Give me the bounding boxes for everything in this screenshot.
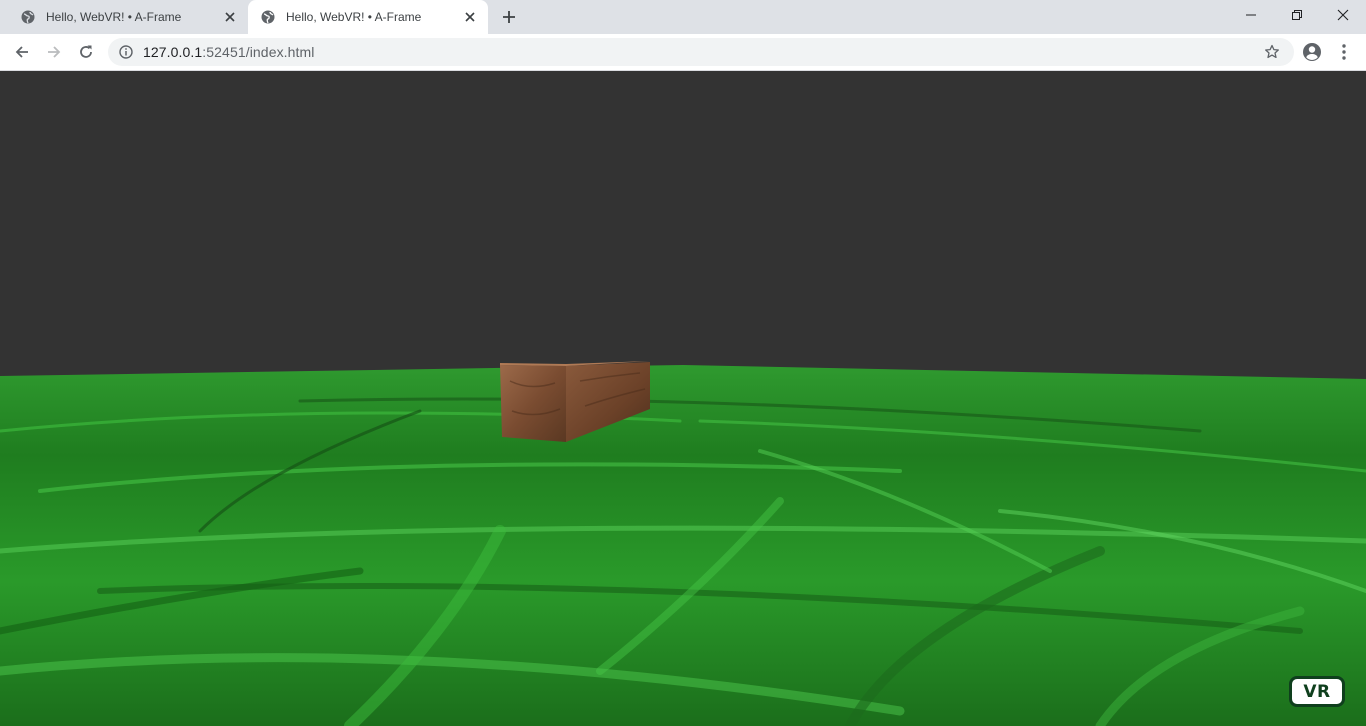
profile-button[interactable]	[1300, 40, 1324, 64]
globe-icon	[21, 10, 35, 24]
reload-icon	[80, 45, 92, 58]
tab-active[interactable]: Hello, WebVR! • A-Frame	[248, 0, 488, 34]
account-icon	[1303, 43, 1321, 61]
new-tab-button[interactable]	[498, 6, 520, 28]
back-button[interactable]	[8, 38, 36, 66]
tab-inactive[interactable]: Hello, WebVR! • A-Frame	[8, 0, 248, 34]
address-bar[interactable]: 127.0.0.1:52451/index.html	[108, 38, 1294, 66]
scene-render	[0, 71, 1366, 726]
url-host: 127.0.0.1	[143, 44, 203, 60]
url-path: :52451/index.html	[202, 44, 315, 60]
close-tab-icon[interactable]	[222, 9, 238, 25]
minimize-button[interactable]	[1228, 0, 1274, 30]
restore-button[interactable]	[1274, 0, 1320, 30]
close-tab-icon[interactable]	[462, 9, 478, 25]
close-icon	[1337, 9, 1349, 21]
minimize-icon	[1246, 14, 1256, 16]
restore-icon	[1292, 10, 1302, 20]
globe-icon	[261, 10, 275, 24]
forward-button[interactable]	[40, 38, 68, 66]
bookmark-star-icon[interactable]	[1264, 44, 1280, 60]
browser-menu-button[interactable]	[1334, 40, 1354, 64]
browser-toolbar: 127.0.0.1:52451/index.html	[0, 34, 1366, 71]
sky	[0, 71, 1366, 381]
enter-vr-button[interactable]: VR	[1289, 676, 1345, 707]
arrow-right-icon	[48, 46, 61, 58]
more-vert-icon	[1342, 44, 1346, 60]
info-icon[interactable]	[118, 44, 134, 60]
tab-title: Hello, WebVR! • A-Frame	[46, 10, 182, 24]
close-window-button[interactable]	[1320, 0, 1366, 30]
url-text: 127.0.0.1:52451/index.html	[143, 44, 315, 60]
aframe-scene-canvas[interactable]: VR	[0, 71, 1366, 726]
reload-button[interactable]	[72, 38, 100, 66]
arrow-left-icon	[15, 46, 28, 58]
tab-strip: Hello, WebVR! • A-Frame Hello, WebVR! • …	[0, 0, 1366, 34]
plus-icon	[503, 11, 515, 23]
box-front-face	[500, 365, 566, 442]
tab-title: Hello, WebVR! • A-Frame	[286, 10, 422, 24]
